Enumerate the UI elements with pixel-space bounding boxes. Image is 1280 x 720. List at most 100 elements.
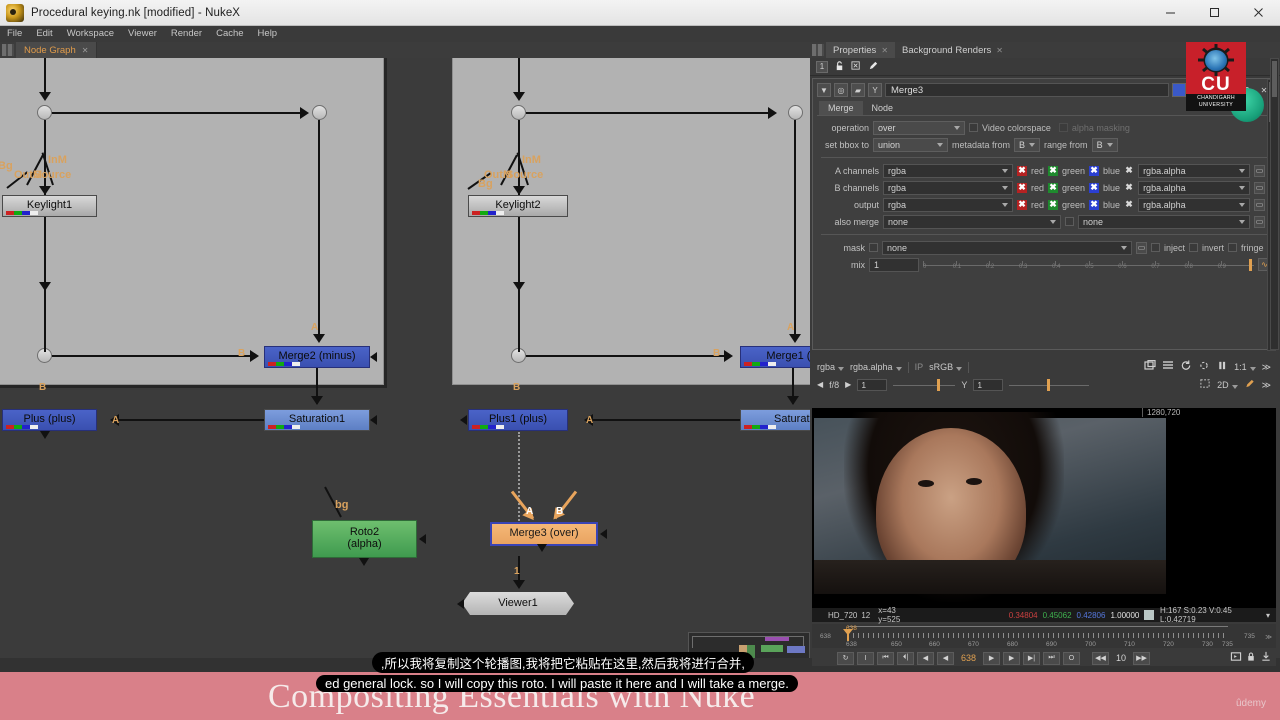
node-output-port[interactable] — [40, 431, 50, 439]
tab-close-icon[interactable]: ✕ — [82, 46, 89, 55]
output-alpha-toggle[interactable]: ✖ — [1124, 199, 1134, 210]
set-bbox-dropdown[interactable]: union — [873, 137, 948, 152]
gain-field[interactable]: 1 — [857, 379, 888, 391]
also-merge-extra-button[interactable]: ▭ — [1254, 215, 1265, 228]
mask-dropdown[interactable]: none — [882, 240, 1132, 255]
a-blue-toggle[interactable]: ✖ — [1089, 165, 1100, 176]
also-merge-dropdown-2[interactable]: none — [1078, 214, 1250, 229]
node-output-port[interactable] — [537, 544, 547, 552]
mask-extra-button[interactable]: ▭ — [1136, 241, 1147, 254]
current-frame-field[interactable]: 638 — [957, 653, 980, 663]
in-point-icon[interactable]: I — [857, 651, 874, 665]
prev-keyframe-icon[interactable]: ⏴| — [897, 651, 914, 665]
output-red-toggle[interactable]: ✖ — [1017, 199, 1027, 210]
b-blue-toggle[interactable]: ✖ — [1089, 182, 1100, 193]
mix-slider-knob[interactable] — [1249, 258, 1252, 271]
node-viewer1[interactable]: Viewer1 — [462, 592, 574, 615]
unlock-icon[interactable] — [834, 60, 845, 74]
mask-enable-checkbox[interactable] — [869, 243, 878, 252]
viewer-status-menu-icon[interactable]: ▾ — [1266, 611, 1270, 620]
next-keyframe-icon[interactable]: ▶| — [1023, 651, 1041, 665]
viewer-zoom-dropdown[interactable]: 1:1 — [1234, 362, 1256, 372]
viewer-ip-toggle[interactable]: IP — [915, 362, 924, 372]
node-plus[interactable]: Plus (plus) — [2, 409, 97, 431]
node-graph-canvas[interactable]: InM OutM Source Bg Keylight1 B A Merge2 … — [0, 58, 810, 658]
node-merge2[interactable]: Merge2 (minus) — [264, 346, 370, 368]
next-frame-step-icon[interactable]: ▶ — [1003, 651, 1021, 665]
lock-icon[interactable] — [1245, 651, 1257, 665]
node-color-icon[interactable]: ◎ — [834, 83, 848, 97]
output-green-toggle[interactable]: ✖ — [1048, 199, 1059, 210]
node-name-field[interactable]: Merge3 — [885, 83, 1169, 97]
node-input-port[interactable] — [370, 415, 377, 425]
node-saturation2[interactable]: Saturati — [740, 409, 810, 431]
node-input-port[interactable] — [600, 529, 607, 539]
pause-icon[interactable] — [1216, 360, 1228, 374]
pipe-dot[interactable] — [37, 105, 52, 120]
pipe-dot[interactable] — [788, 105, 803, 120]
a-green-toggle[interactable]: ✖ — [1048, 165, 1059, 176]
flipbook-icon[interactable] — [1260, 651, 1272, 665]
mix-slider[interactable]: 0 0.1 0.2 0.3 0.4 0.5 0.6 0.7 0.8 0.9 — [923, 258, 1254, 271]
output-alpha-dropdown[interactable]: rgba.alpha — [1138, 197, 1251, 212]
refresh-icon[interactable] — [1180, 360, 1192, 374]
b-channels-extra-button[interactable]: ▭ — [1254, 181, 1266, 194]
out-point-icon[interactable]: O — [1063, 651, 1081, 665]
node-merge3[interactable]: Merge3 (over) — [490, 522, 598, 546]
region-icon[interactable] — [1199, 378, 1211, 392]
node-output-port[interactable] — [359, 558, 369, 566]
menu-edit[interactable]: Edit — [29, 26, 59, 42]
alpha-masking-checkbox[interactable] — [1058, 123, 1068, 132]
wipe-icon[interactable] — [1144, 359, 1156, 374]
fringe-checkbox[interactable] — [1228, 243, 1238, 252]
gamma-field[interactable]: 1 — [973, 379, 1004, 391]
properties-count[interactable]: 1 — [816, 60, 828, 73]
node-input-port[interactable] — [370, 352, 377, 362]
node-merge1[interactable]: Merge1 (m — [740, 346, 810, 368]
menu-help[interactable]: Help — [251, 26, 285, 42]
first-frame-icon[interactable]: ⏮ — [877, 651, 894, 665]
fps-decrease-icon[interactable]: ◀◀ — [1092, 651, 1110, 665]
viewer-channel-set-dropdown[interactable]: rgba — [817, 362, 845, 372]
inject-checkbox[interactable] — [1151, 243, 1160, 252]
roi-icon[interactable] — [1198, 360, 1210, 374]
subtab-node[interactable]: Node — [863, 101, 903, 115]
monitor-out-icon[interactable] — [1230, 651, 1242, 665]
close-button[interactable] — [1236, 0, 1280, 26]
gamma-slider[interactable] — [1009, 379, 1090, 391]
timeline-expand-icon[interactable]: ≫ — [1265, 633, 1272, 641]
tab-close-icon[interactable]: ✕ — [881, 46, 888, 55]
gain-slider[interactable] — [893, 379, 956, 391]
output-dropdown[interactable]: rgba — [883, 197, 1013, 212]
loop-icon[interactable]: ↻ — [837, 651, 854, 665]
menu-cache[interactable]: Cache — [209, 26, 250, 42]
collapse-arrow-icon[interactable]: ▼ — [817, 83, 831, 97]
subtab-merge[interactable]: Merge — [819, 101, 863, 115]
panel-grip-icon[interactable] — [812, 44, 824, 56]
node-group-backdrop-2[interactable] — [452, 58, 810, 385]
range-from-dropdown[interactable]: B — [1091, 137, 1118, 152]
tab-node-graph[interactable]: Node Graph ✕ — [16, 42, 98, 58]
a-channels-dropdown[interactable]: rgba — [883, 163, 1013, 178]
tab-close-icon[interactable]: ✕ — [996, 46, 1003, 55]
metadata-from-dropdown[interactable]: B — [1014, 137, 1041, 152]
node-input-port[interactable] — [457, 599, 464, 609]
video-colorspace-checkbox[interactable] — [969, 123, 978, 132]
node-tools-icon[interactable]: Y — [868, 83, 882, 97]
menu-viewer[interactable]: Viewer — [121, 26, 164, 42]
panel-grip-icon[interactable] — [2, 44, 14, 56]
node-input-port[interactable] — [460, 415, 467, 425]
fps-value[interactable]: 10 — [1112, 653, 1130, 663]
node-roto2[interactable]: Roto2 (alpha) — [312, 520, 417, 558]
last-frame-icon[interactable]: ⏭ — [1043, 651, 1061, 665]
timeline-bar[interactable]: 638 735 638 638 650 660 670 680 690 700 … — [812, 624, 1276, 648]
prev-frame-step-icon[interactable]: ◀ — [917, 651, 934, 665]
play-forward-icon[interactable]: ▶ — [983, 651, 1001, 665]
a-channels-extra-button[interactable]: ▭ — [1254, 164, 1266, 177]
clear-all-icon[interactable] — [851, 60, 862, 74]
operation-dropdown[interactable]: over — [873, 120, 965, 135]
maximize-button[interactable] — [1192, 0, 1236, 26]
viewer-colorspace-dropdown[interactable]: sRGB — [929, 362, 963, 372]
viewer-canvas[interactable]: 1280,720 — [812, 408, 1276, 608]
also-merge-dropdown[interactable]: none — [883, 214, 1061, 229]
